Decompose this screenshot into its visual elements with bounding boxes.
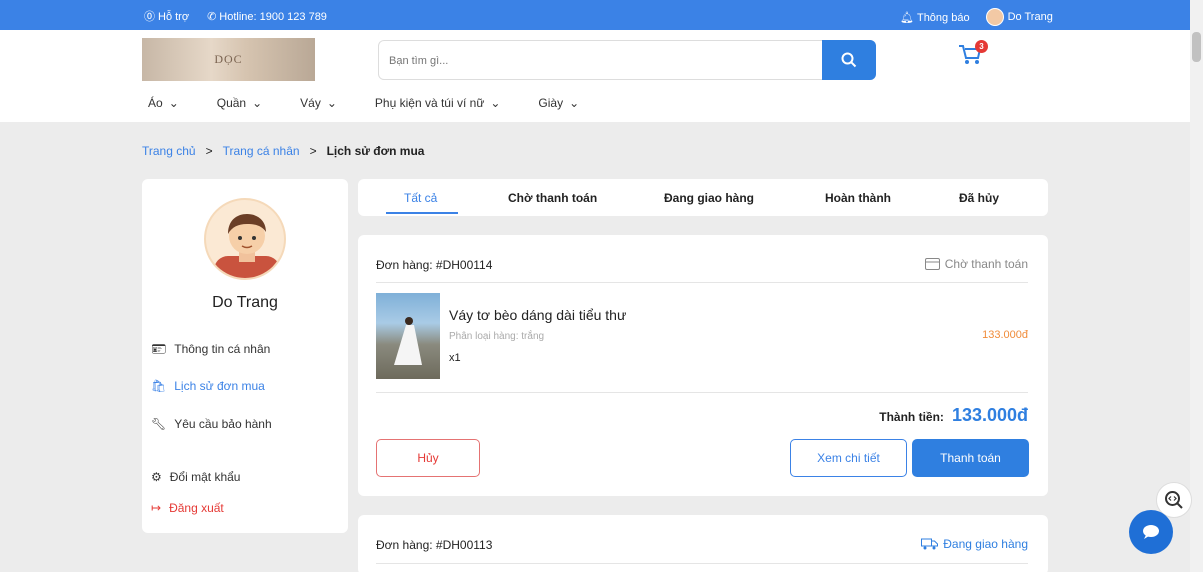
search-input[interactable] <box>389 51 819 71</box>
breadcrumb-profile[interactable]: Trang cá nhân <box>223 144 300 158</box>
chat-bubble-icon <box>1143 525 1159 539</box>
chevron-down-icon: ⌄ <box>569 96 580 110</box>
search-icon <box>841 52 857 68</box>
chat-button[interactable] <box>1129 510 1173 554</box>
gear-icon: ⚙ <box>151 470 162 484</box>
scrollbar-thumb[interactable] <box>1192 32 1201 62</box>
nav-item-vay[interactable]: Váy ⌄ <box>300 96 337 110</box>
order-card: Đơn hàng: #DH00113 Đang giao hàng <box>358 515 1048 572</box>
nav-item-quan[interactable]: Quần ⌄ <box>217 96 262 110</box>
tab-cancelled[interactable]: Đã hủy <box>959 191 999 205</box>
phone-icon: ✆ <box>207 10 217 23</box>
order-status: Chờ thanh toán <box>924 257 1028 271</box>
logout-icon: ↦ <box>151 501 162 515</box>
breadcrumb: Trang chủ > Trang cá nhân > Lịch sử đơn … <box>142 144 424 158</box>
breadcrumb-separator: > <box>309 144 317 158</box>
divider <box>376 282 1028 283</box>
profile-avatar <box>204 198 286 280</box>
profile-name: Do Trang <box>212 294 278 311</box>
search-bar <box>378 40 876 80</box>
nav-item-phu-kien[interactable]: Phụ kiện và túi ví nữ ⌄ <box>375 96 501 110</box>
order-code: #DH00114 <box>435 258 493 272</box>
hotline[interactable]: ✆ Hotline: 1900 123 789 <box>207 10 327 23</box>
view-detail-button[interactable]: Xem chi tiết <box>790 439 907 477</box>
tab-completed[interactable]: Hoàn thành <box>825 191 891 205</box>
chevron-down-icon: ⌄ <box>168 96 179 110</box>
order-code: #DH00113 <box>435 538 493 552</box>
order-header: Đơn hàng: #DH00114 <box>376 258 493 272</box>
tab-shipping[interactable]: Đang giao hàng <box>664 191 754 205</box>
order-tabs: Tất cả Chờ thanh toán Đang giao hàng Hoà… <box>358 179 1048 216</box>
chevron-down-icon: ⌄ <box>252 96 263 110</box>
shopping-bag-icon: 🛍︎ <box>151 379 167 393</box>
chevron-down-icon: ⌄ <box>490 96 501 110</box>
wrench-icon: 🔧︎ <box>151 417 167 431</box>
active-tab-indicator <box>386 212 458 214</box>
product-price: 133.000đ <box>982 329 1028 341</box>
breadcrumb-current: Lịch sử đơn mua <box>326 144 425 158</box>
logo[interactable]: DỌC <box>142 38 315 81</box>
scrollbar[interactable] <box>1190 0 1203 572</box>
product-name[interactable]: Váy tơ bèo dáng dài tiểu thư <box>449 307 626 323</box>
sidebar-item-warranty[interactable]: 🔧︎ Yêu cầu bảo hành <box>151 417 272 431</box>
id-card-icon: 🪪︎ <box>151 342 167 356</box>
sidebar-item-logout[interactable]: ↦ Đăng xuất <box>151 501 224 515</box>
divider <box>376 392 1028 393</box>
chevron-down-icon: ⌄ <box>326 96 337 110</box>
product-variant: Phân loại hàng: trắng <box>449 331 545 342</box>
order-total: Thành tiền: 133.000đ <box>879 405 1028 425</box>
sidebar-item-order-history[interactable]: 🛍︎ Lịch sử đơn mua <box>151 379 265 393</box>
credit-card-icon <box>924 258 940 270</box>
sidebar-item-personal-info[interactable]: 🪪︎ Thông tin cá nhân <box>151 342 270 356</box>
profile-sidebar: Do Trang 🪪︎ Thông tin cá nhân 🛍︎ Lịch sử đ… <box>142 179 348 533</box>
product-quantity: x1 <box>449 352 461 364</box>
product-image[interactable] <box>376 293 440 379</box>
tab-all[interactable]: Tất cả <box>404 191 437 205</box>
truck-icon <box>921 538 939 550</box>
breadcrumb-separator: > <box>205 144 213 158</box>
cancel-order-button[interactable]: Hủy <box>376 439 480 477</box>
zoom-icon <box>1165 491 1183 509</box>
sidebar-item-change-password[interactable]: ⚙ Đổi mật khẩu <box>151 470 240 484</box>
bell-icon: 🔔︎ <box>900 11 914 24</box>
search-button[interactable] <box>822 40 876 80</box>
user-menu[interactable]: Do Trang <box>985 8 1053 26</box>
notifications-link[interactable]: 🔔︎ Thông báo <box>900 11 970 24</box>
order-status: Đang giao hàng <box>921 537 1028 551</box>
avatar <box>985 8 1004 26</box>
nav-item-giay[interactable]: Giày ⌄ <box>538 96 579 110</box>
pay-button[interactable]: Thanh toán <box>912 439 1029 477</box>
breadcrumb-home[interactable]: Trang chủ <box>142 144 196 158</box>
order-header: Đơn hàng: #DH00113 <box>376 538 493 552</box>
order-card: Đơn hàng: #DH00114 Chờ thanh toán Váy tơ… <box>358 235 1048 496</box>
help-icon: ⓪ <box>144 11 155 23</box>
cart-button[interactable]: 3 <box>958 40 988 68</box>
tab-pending-payment[interactable]: Chờ thanh toán <box>508 191 597 205</box>
support-link[interactable]: ⓪ Hỗ trợ <box>144 8 189 24</box>
main-nav: Áo ⌄ Quần ⌄ Váy ⌄ Phụ kiện và túi ví nữ ⌄ Gi… <box>148 96 617 110</box>
divider <box>376 563 1028 564</box>
nav-item-ao[interactable]: Áo ⌄ <box>148 96 179 110</box>
cart-badge: 3 <box>975 40 988 53</box>
top-bar: ⓪ Hỗ trợ ✆ Hotline: 1900 123 789 🔔︎ Thông b… <box>0 0 1190 30</box>
